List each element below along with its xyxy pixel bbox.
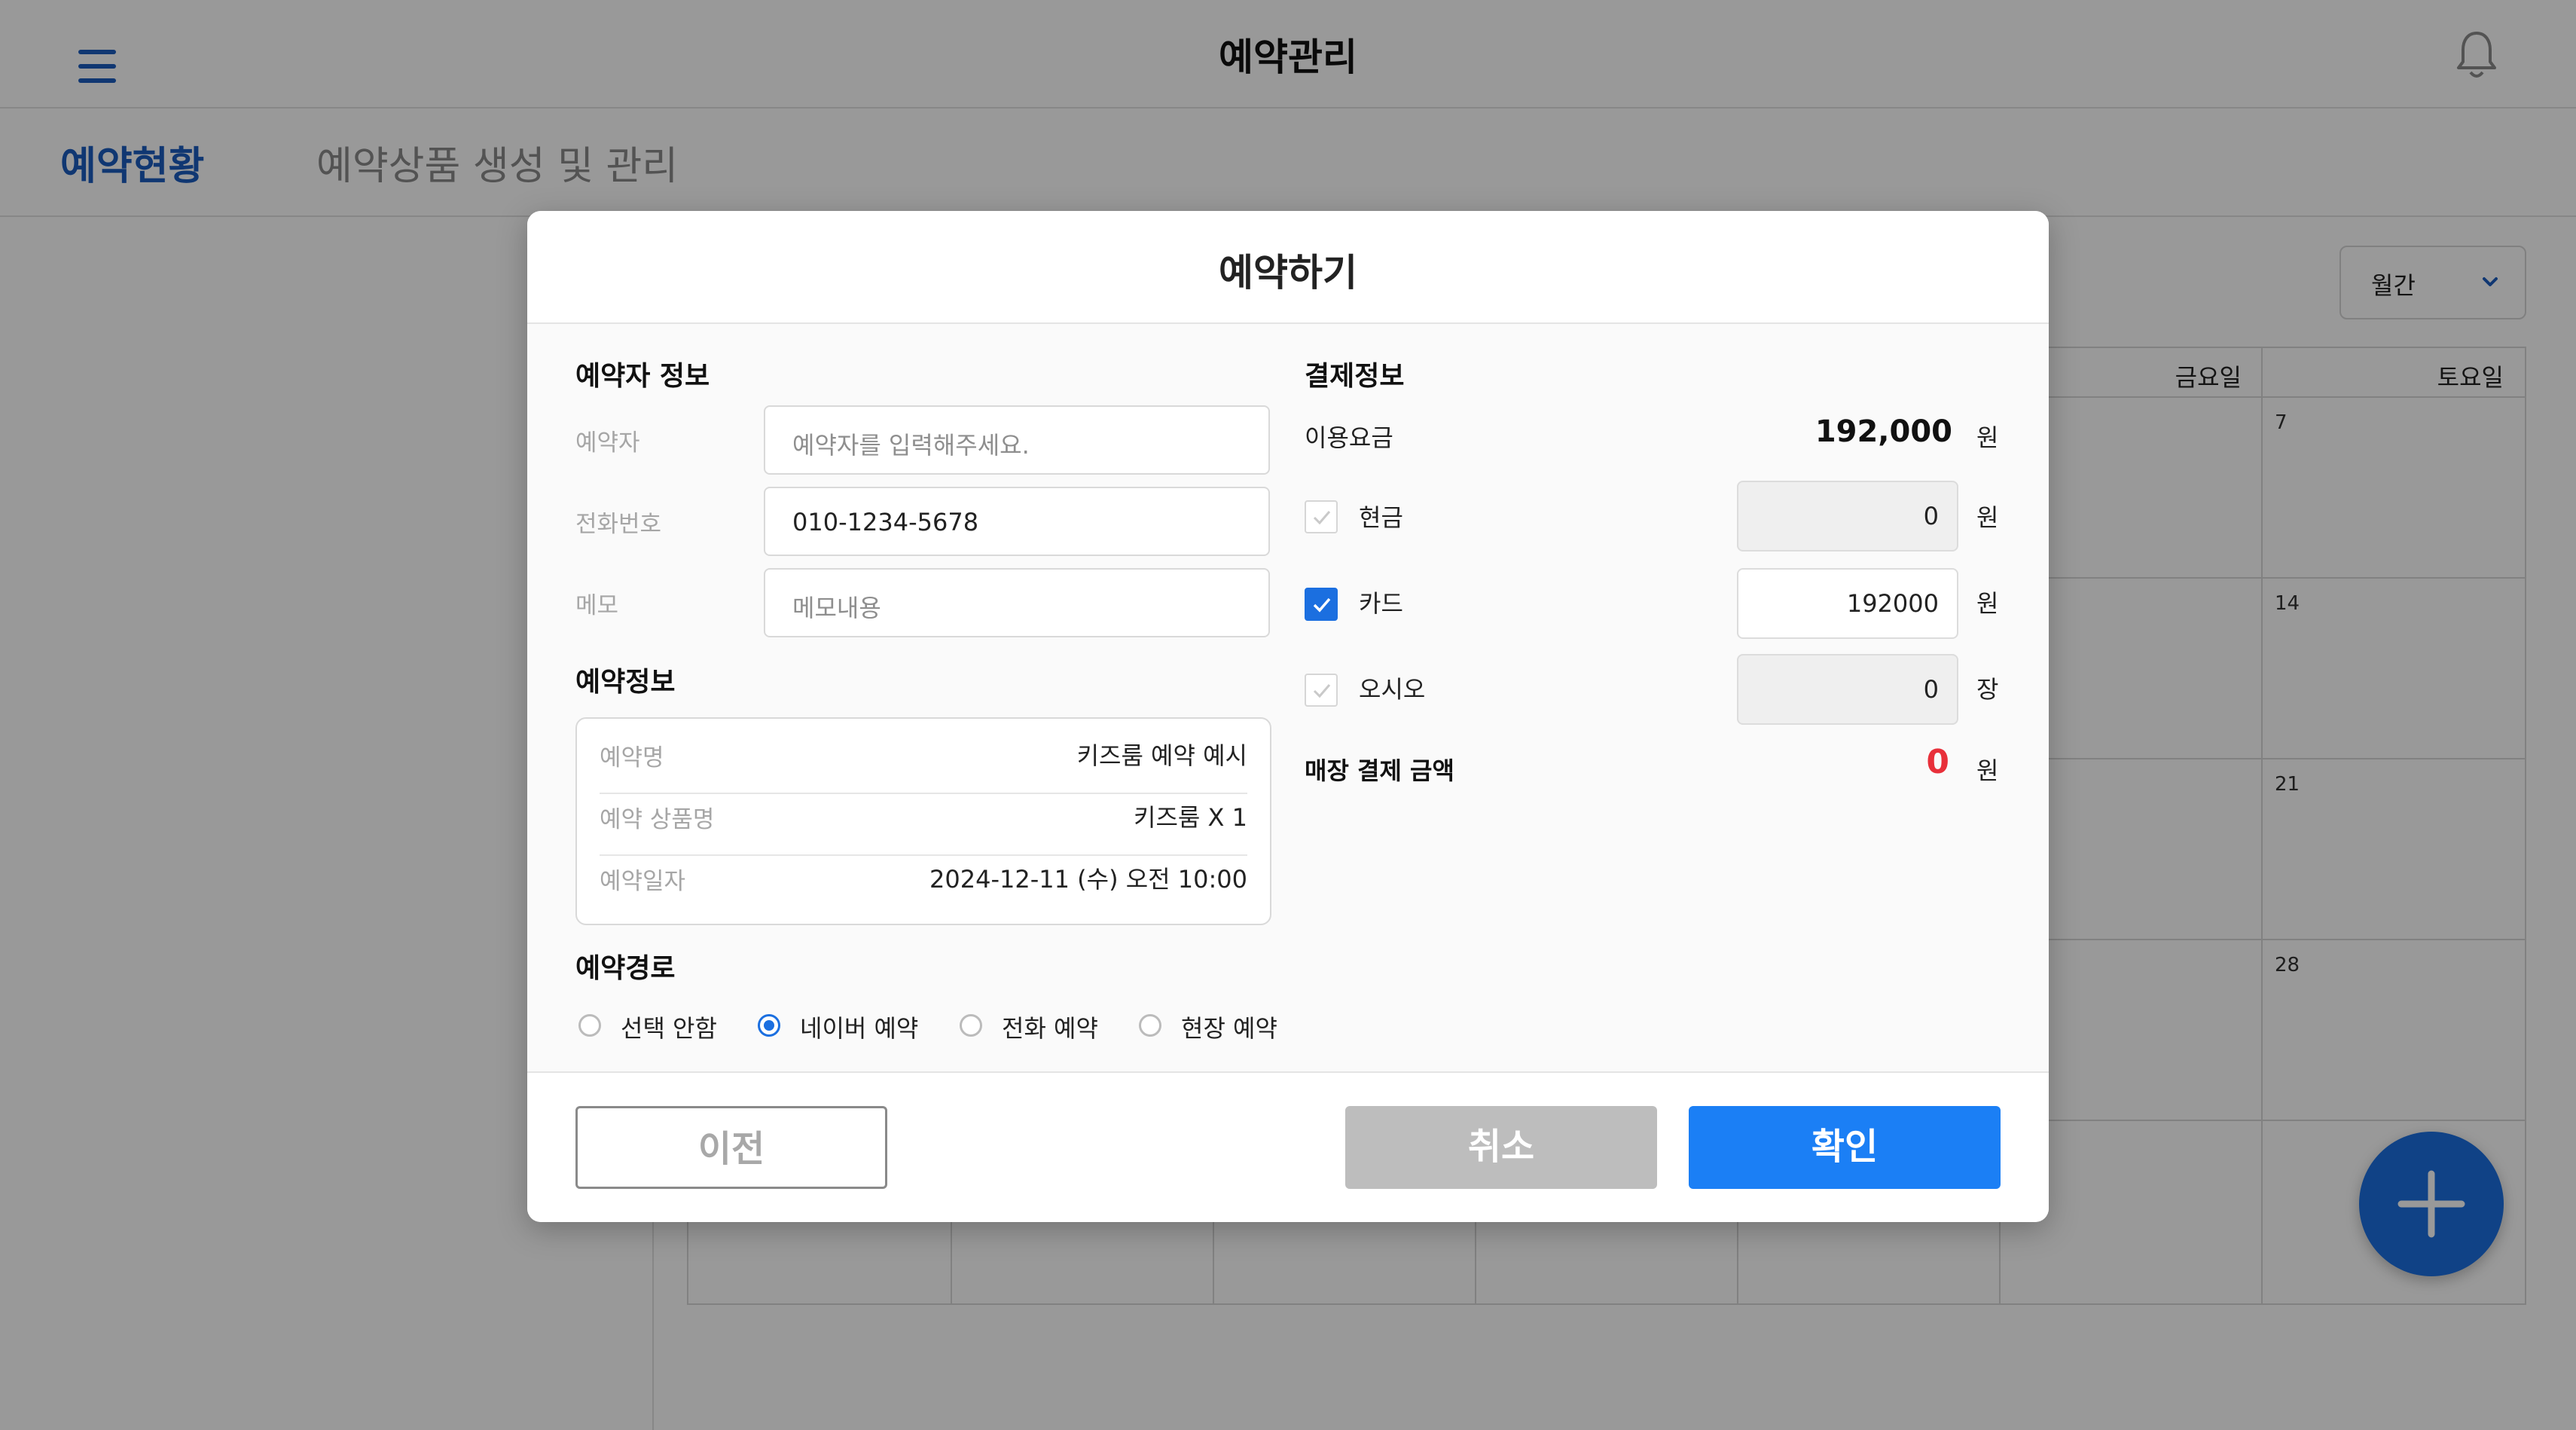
card-input[interactable]: 192000 [1737, 568, 1958, 639]
info-value: 키즈룸 X 1 [1134, 803, 1247, 832]
info-row-name: 예약명 키즈룸 예약 예시 [600, 719, 1247, 781]
info-label: 예약일자 [600, 868, 686, 895]
check-icon [1313, 511, 1331, 525]
card-value: 192000 [1846, 589, 1939, 618]
store-payment-unit: 원 [1976, 756, 1999, 785]
cash-label: 현금 [1359, 503, 1403, 532]
cancel-button[interactable]: 취소 [1345, 1106, 1657, 1189]
info-value: 키즈룸 예약 예시 [1076, 741, 1247, 770]
reservation-section-title: 예약정보 [575, 667, 676, 698]
memo-input[interactable]: 메모내용 [764, 568, 1270, 637]
payment-section-title: 결제정보 [1305, 361, 1405, 392]
cash-checkbox[interactable] [1305, 500, 1338, 533]
modal-title: 예약하기 [1219, 251, 1357, 295]
info-label: 예약 상품명 [600, 806, 715, 833]
phone-label: 전화번호 [575, 511, 662, 538]
fee-label: 이용요금 [1305, 423, 1393, 452]
phone-input[interactable]: 010-1234-5678 [764, 487, 1270, 556]
booker-section-title: 예약자 정보 [575, 361, 710, 392]
card-checkbox[interactable] [1305, 588, 1338, 621]
cash-unit: 원 [1976, 503, 1999, 532]
card-label: 카드 [1359, 589, 1403, 618]
prev-button[interactable]: 이전 [575, 1106, 887, 1189]
info-label: 예약명 [600, 744, 664, 772]
osio-value: 0 [1923, 675, 1939, 704]
modal-footer: 이전 취소 확인 [527, 1071, 2049, 1222]
osio-unit: 장 [1976, 675, 1999, 704]
cash-value: 0 [1923, 502, 1939, 530]
info-value: 2024-12-11 (수) 오전 10:00 [929, 865, 1247, 894]
osio-label: 오시오 [1359, 675, 1426, 704]
info-row-product: 예약 상품명 키즈룸 X 1 [600, 781, 1247, 842]
memo-label: 메모 [575, 592, 619, 619]
radio-icon [578, 1014, 601, 1037]
store-payment-amount: 0 [1926, 743, 1949, 781]
osio-checkbox[interactable] [1305, 674, 1338, 707]
reservation-modal: 예약하기 예약자 정보 예약자 예약자를 입력해주세요. 전화번호 010-12… [527, 211, 2049, 1222]
check-icon [1313, 684, 1331, 698]
store-payment-label: 매장 결제 금액 [1305, 756, 1454, 785]
osio-input[interactable]: 0 [1737, 654, 1958, 725]
radio-icon [960, 1014, 982, 1037]
booker-name-label: 예약자 [575, 429, 640, 457]
route-section-title: 예약경로 [575, 953, 676, 984]
check-icon [1313, 597, 1331, 613]
booker-name-input[interactable]: 예약자를 입력해주세요. [764, 405, 1270, 475]
phone-value: 010-1234-5678 [792, 508, 979, 536]
fee-unit: 원 [1976, 423, 1999, 452]
confirm-button[interactable]: 확인 [1689, 1106, 2001, 1189]
cash-input[interactable]: 0 [1737, 481, 1958, 552]
memo-placeholder: 메모내용 [792, 594, 881, 622]
reservation-info-box: 예약명 키즈룸 예약 예시 예약 상품명 키즈룸 X 1 예약일자 2024-1… [575, 717, 1271, 925]
modal-header: 예약하기 [527, 211, 2049, 324]
fee-amount: 192,000 [1814, 414, 1952, 449]
booker-name-placeholder: 예약자를 입력해주세요. [792, 431, 1030, 460]
radio-icon [1139, 1014, 1161, 1037]
radio-selected-icon [758, 1014, 780, 1037]
card-unit: 원 [1976, 589, 1999, 618]
info-row-date: 예약일자 2024-12-11 (수) 오전 10:00 [600, 842, 1247, 904]
